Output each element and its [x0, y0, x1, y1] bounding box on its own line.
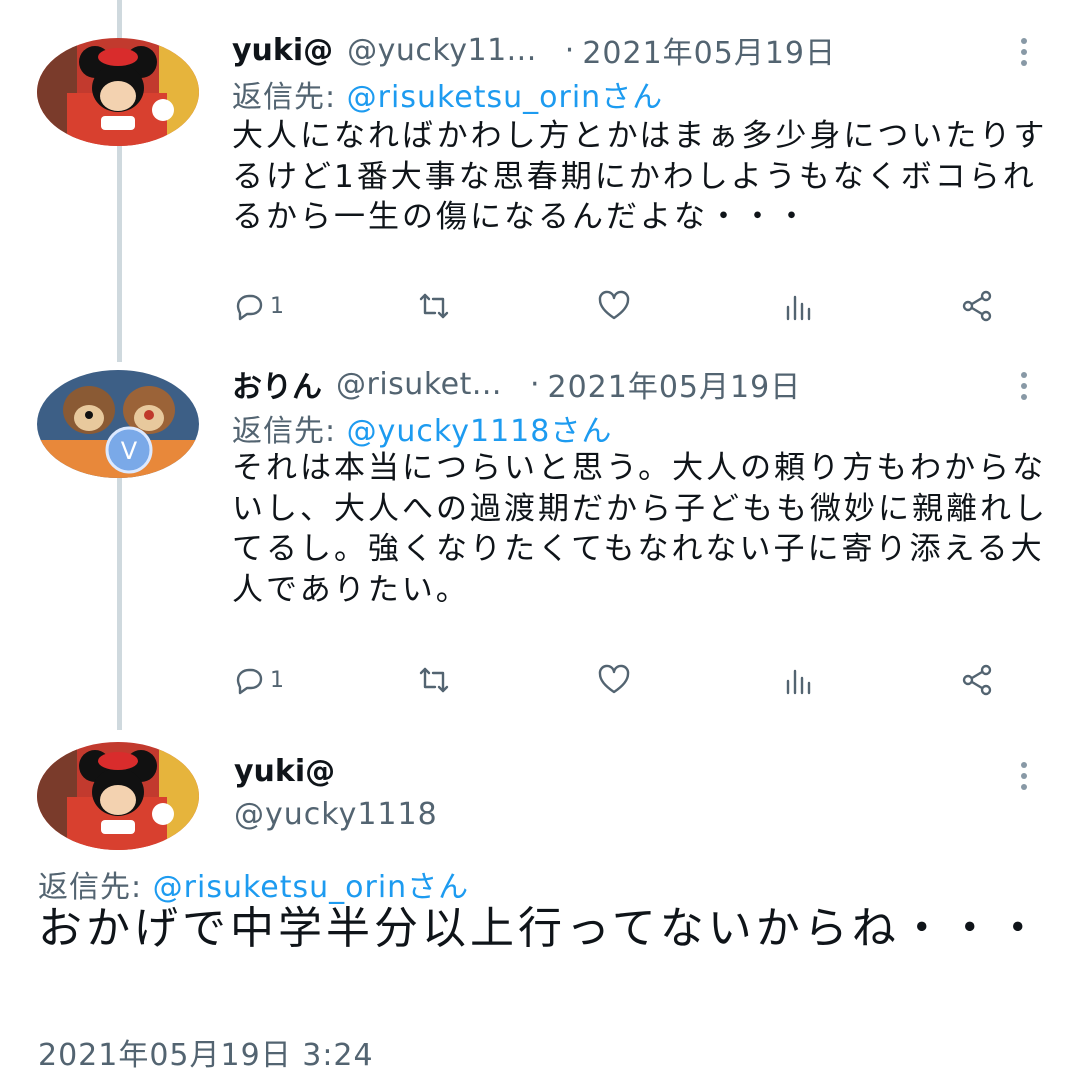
display-name[interactable]: yuki@ [232, 33, 333, 68]
share-icon [962, 664, 992, 696]
like-button[interactable] [597, 662, 631, 698]
retweet-icon [419, 293, 449, 319]
separator-dot: · [529, 366, 540, 402]
reply-prefix: 返信先: [232, 414, 347, 449]
tweet-text: それは本当につらいと思う。大人の頼り方もわからないし、大人への過渡期だから子ども… [232, 450, 1048, 608]
analytics-button[interactable] [782, 662, 816, 698]
tweet-text: 大人になればかわし方とかはまぁ多少身についたりするけど1番大事な思春期にかわしよ… [232, 118, 1048, 235]
separator-dot: · [564, 32, 575, 68]
chip-and-dale-avatar[interactable]: V [37, 370, 199, 478]
username[interactable]: @risuket... [336, 367, 502, 402]
reply-button[interactable]: 1 [232, 288, 284, 324]
minnie-mouse-avatar[interactable] [37, 742, 199, 850]
tweet-header: yuki@ @yucky11... · 2021年05月19日 [232, 28, 1080, 72]
retweet-button[interactable] [417, 662, 451, 698]
analytics-button[interactable] [782, 288, 816, 324]
username[interactable]: @yucky1118 [234, 797, 438, 832]
retweet-button[interactable] [417, 288, 451, 324]
reply-to: 返信先: @risuketsu_orinさん [232, 72, 663, 116]
tweet-timestamp[interactable]: 2021年05月19日 3:24 [38, 1030, 374, 1074]
reply-button[interactable]: 1 [232, 662, 284, 698]
thread-line [117, 448, 122, 730]
analytics-icon [786, 669, 811, 695]
more-vertical-icon[interactable] [1020, 372, 1028, 400]
more-vertical-icon[interactable] [1020, 38, 1028, 66]
more-vertical-icon[interactable] [1020, 762, 1028, 790]
mention-link[interactable]: @yucky1118さん [347, 414, 613, 449]
display-name[interactable]: おりん [232, 362, 322, 406]
svg-text:V: V [121, 437, 138, 465]
reply-icon [236, 668, 263, 695]
reply-to: 返信先: @yucky1118さん [232, 406, 612, 450]
reply-count: 1 [270, 667, 284, 693]
tweet-header: おりん @risuket... · 2021年05月19日 [232, 362, 1080, 406]
tweet-text: おかげで中学半分以上行ってないからね・・・ [38, 903, 1044, 954]
reply-prefix: 返信先: [232, 80, 347, 115]
share-button[interactable] [960, 288, 994, 324]
like-button[interactable] [597, 288, 631, 324]
reply-icon [236, 294, 263, 321]
reply-count: 1 [270, 293, 284, 319]
minnie-mouse-avatar[interactable] [37, 38, 199, 146]
share-icon [962, 290, 992, 322]
retweet-icon [419, 667, 449, 693]
tweet-actions: 1 [232, 662, 1032, 698]
heart-icon [598, 664, 630, 694]
share-button[interactable] [960, 662, 994, 698]
mention-link[interactable]: @risuketsu_orinさん [347, 80, 664, 115]
tweet-actions: 1 [232, 288, 1032, 324]
username[interactable]: @yucky11... [347, 33, 537, 68]
tweet-date[interactable]: 2021年05月19日 [548, 362, 802, 406]
display-name[interactable]: yuki@ [234, 754, 335, 789]
analytics-icon [786, 295, 811, 321]
heart-icon [598, 290, 630, 320]
tweet-date[interactable]: 2021年05月19日 [582, 28, 836, 72]
